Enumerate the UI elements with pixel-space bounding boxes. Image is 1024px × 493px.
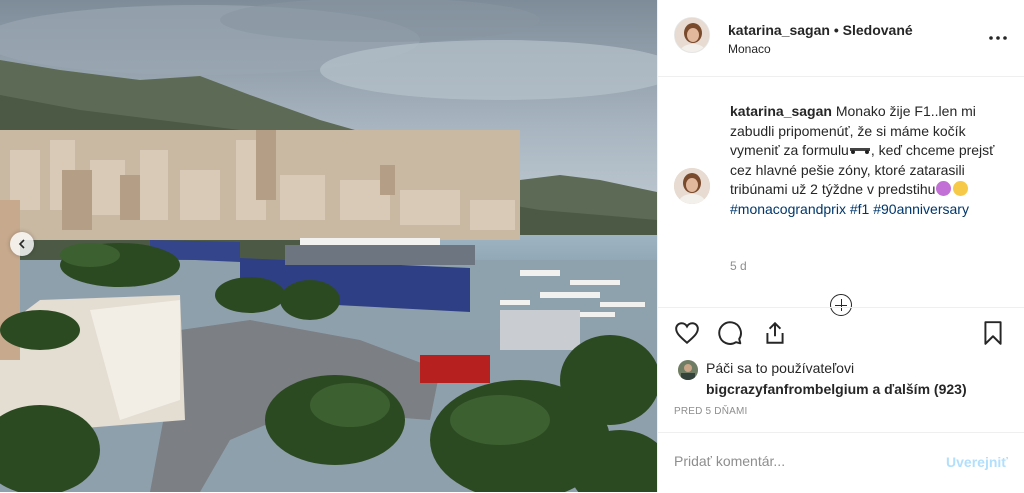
bookmark-icon [984, 321, 1002, 345]
comment-button[interactable] [717, 320, 747, 350]
likes-count[interactable]: (923) [934, 381, 967, 397]
location-link[interactable]: Monaco [728, 42, 771, 56]
race-car-emoji-icon [849, 148, 870, 154]
post-photo[interactable] [0, 0, 657, 492]
previous-photo-button[interactable] [10, 232, 34, 256]
hashtag-link[interactable]: #90anniversary [873, 201, 969, 217]
post-author: katarina_sagan • Sledované [728, 22, 913, 38]
post-timestamp[interactable]: PRED 5 DŇAMI [674, 406, 748, 417]
share-icon [766, 321, 784, 344]
caption-username[interactable]: katarina_sagan [730, 103, 832, 119]
more-options-button[interactable] [986, 28, 1010, 48]
follow-status-button[interactable]: Sledované [843, 22, 913, 38]
monaco-harbor-image [0, 0, 657, 492]
post-caption: katarina_sagan Monako žije F1..len mi za… [730, 102, 1010, 219]
like-button[interactable] [674, 320, 704, 350]
heart-icon [675, 322, 699, 345]
comment-input[interactable] [674, 453, 924, 469]
post-comment-button[interactable]: Uverejniť [946, 454, 1008, 470]
save-button[interactable] [980, 320, 1010, 350]
separator-dot: • [833, 22, 839, 38]
comment-icon [718, 321, 742, 345]
profile-photo [675, 18, 709, 52]
post-header: katarina_sagan • Sledované Monaco [658, 0, 1024, 77]
liker-username-link[interactable]: bigcrazyfanfrombelgium [706, 381, 869, 397]
facepalm-emoji-icon [936, 181, 952, 196]
caption-age: 5 d [730, 259, 747, 273]
chevron-left-icon [18, 239, 25, 249]
avatar[interactable] [674, 17, 710, 53]
grimace-emoji-icon [953, 181, 969, 196]
likes-summary: bigcrazyfanfrombelgium a ďalším (923) [706, 381, 967, 397]
username-link[interactable]: katarina_sagan [728, 22, 830, 38]
hashtag-link[interactable]: #monacograndprix [730, 201, 846, 217]
post-details-panel: katarina_sagan • Sledované Monaco katari… [658, 0, 1024, 492]
likes-and-others[interactable]: a ďalším [872, 381, 930, 397]
action-bar [658, 307, 1024, 364]
likes-intro: Páči sa to používateľovi [706, 360, 855, 376]
share-button[interactable] [762, 320, 792, 350]
profile-photo [674, 168, 710, 204]
liker-photo [678, 360, 698, 380]
caption-avatar[interactable] [674, 168, 710, 204]
hashtag-link[interactable]: #f1 [850, 201, 869, 217]
more-options-icon [989, 36, 1007, 40]
liker-avatar[interactable] [678, 360, 698, 380]
comment-form: Uverejniť [658, 432, 1024, 493]
